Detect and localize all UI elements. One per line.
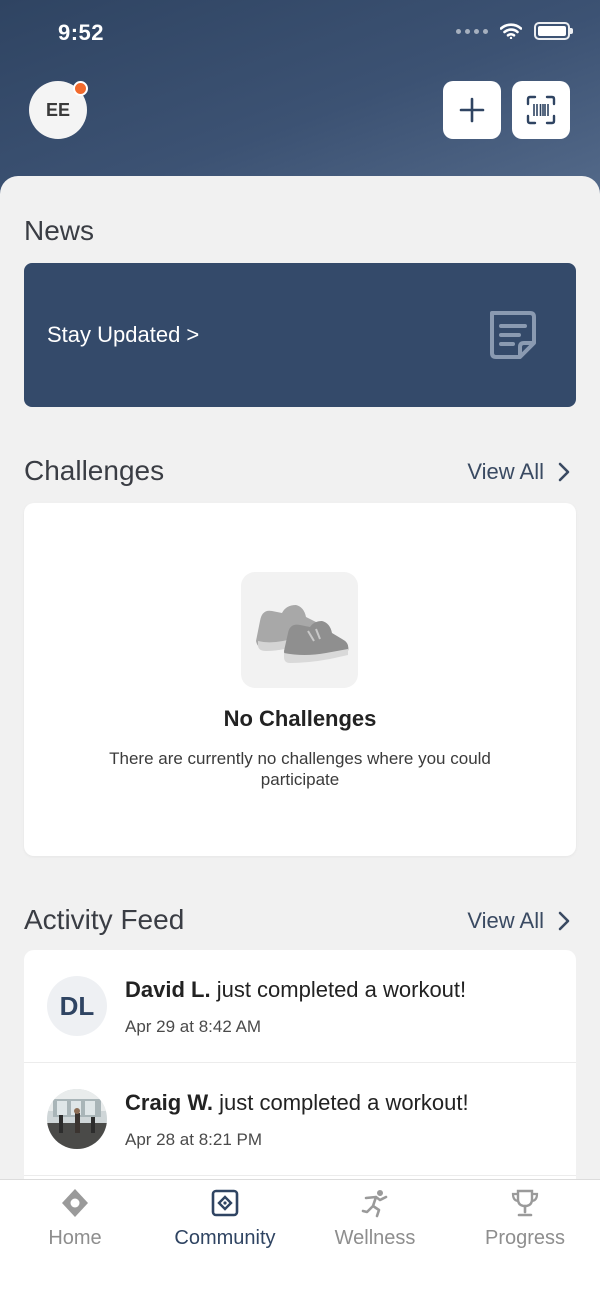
tab-community-label: Community <box>174 1227 276 1249</box>
challenges-title: Challenges <box>24 455 165 486</box>
tab-wellness[interactable]: Wellness <box>300 1180 450 1260</box>
feed-timestamp: Apr 28 at 8:21 PM <box>125 1130 263 1149</box>
feed-item[interactable]: Craig W. just completed a workout! Apr 2… <box>24 1063 576 1176</box>
barcode-scan-icon <box>526 95 556 125</box>
home-icon <box>62 1189 88 1217</box>
feed-action: just completed a workout! <box>210 977 467 1002</box>
tab-home[interactable]: Home <box>0 1180 150 1260</box>
no-challenges-title: No Challenges <box>223 706 377 731</box>
challenges-view-all-label: View All <box>467 459 544 484</box>
tab-bar: Home Community Wellness Progress <box>0 1179 600 1299</box>
battery-icon <box>534 22 573 40</box>
no-challenges-description: There are currently no challenges where … <box>109 749 491 789</box>
activity-feed-view-all-label: View All <box>467 908 544 933</box>
status-bar: 9:52 <box>0 0 600 66</box>
feed-timestamp: Apr 29 at 8:42 AM <box>125 1017 262 1036</box>
chevron-right-icon <box>558 462 570 482</box>
activity-feed-view-all[interactable]: View All <box>467 908 570 934</box>
user-photo-avatar <box>47 1089 107 1149</box>
sneakers-icon <box>241 572 358 688</box>
activity-feed-title: Activity Feed <box>24 904 185 935</box>
challenges-view-all[interactable]: View All <box>467 459 570 485</box>
feed-message: Craig W. just completed a workout! <box>125 1090 469 1116</box>
tab-wellness-label: Wellness <box>334 1227 416 1249</box>
notification-dot <box>73 81 88 96</box>
status-time: 9:52 <box>58 20 105 45</box>
feed-item[interactable]: DL David L. just completed a workout! Ap… <box>24 950 576 1063</box>
community-icon <box>211 1189 239 1217</box>
feed-user-name: Craig W. <box>125 1090 214 1115</box>
trophy-icon <box>511 1189 539 1217</box>
tab-home-label: Home <box>48 1227 102 1249</box>
plus-icon <box>459 97 485 123</box>
feed-user-name: David L. <box>125 977 211 1002</box>
news-card-text: Stay Updated > <box>47 322 200 347</box>
chevron-right-icon <box>558 911 570 931</box>
news-card[interactable]: Stay Updated > <box>24 263 576 407</box>
tab-community[interactable]: Community <box>150 1180 300 1260</box>
wifi-icon <box>500 23 522 39</box>
user-initials: DL <box>59 990 95 1021</box>
challenges-card: No Challenges There are currently no cha… <box>24 503 576 856</box>
feed-message: David L. just completed a workout! <box>125 977 466 1003</box>
main-content[interactable]: News Stay Updated > Challenges View All … <box>0 176 600 1179</box>
scan-button[interactable] <box>512 81 570 139</box>
news-title: News <box>24 215 95 246</box>
feed-action: just completed a workout! <box>213 1090 469 1115</box>
add-button[interactable] <box>443 81 501 139</box>
wellness-icon <box>361 1190 388 1218</box>
status-icons <box>456 22 573 40</box>
tab-progress[interactable]: Progress <box>450 1180 600 1260</box>
profile-initials: EE <box>45 99 70 120</box>
user-avatar: DL <box>47 976 107 1036</box>
activity-feed-card: DL David L. just completed a workout! Ap… <box>24 950 576 1179</box>
news-article-icon <box>490 311 536 359</box>
signal-icon <box>456 28 488 34</box>
tab-progress-label: Progress <box>484 1227 566 1249</box>
